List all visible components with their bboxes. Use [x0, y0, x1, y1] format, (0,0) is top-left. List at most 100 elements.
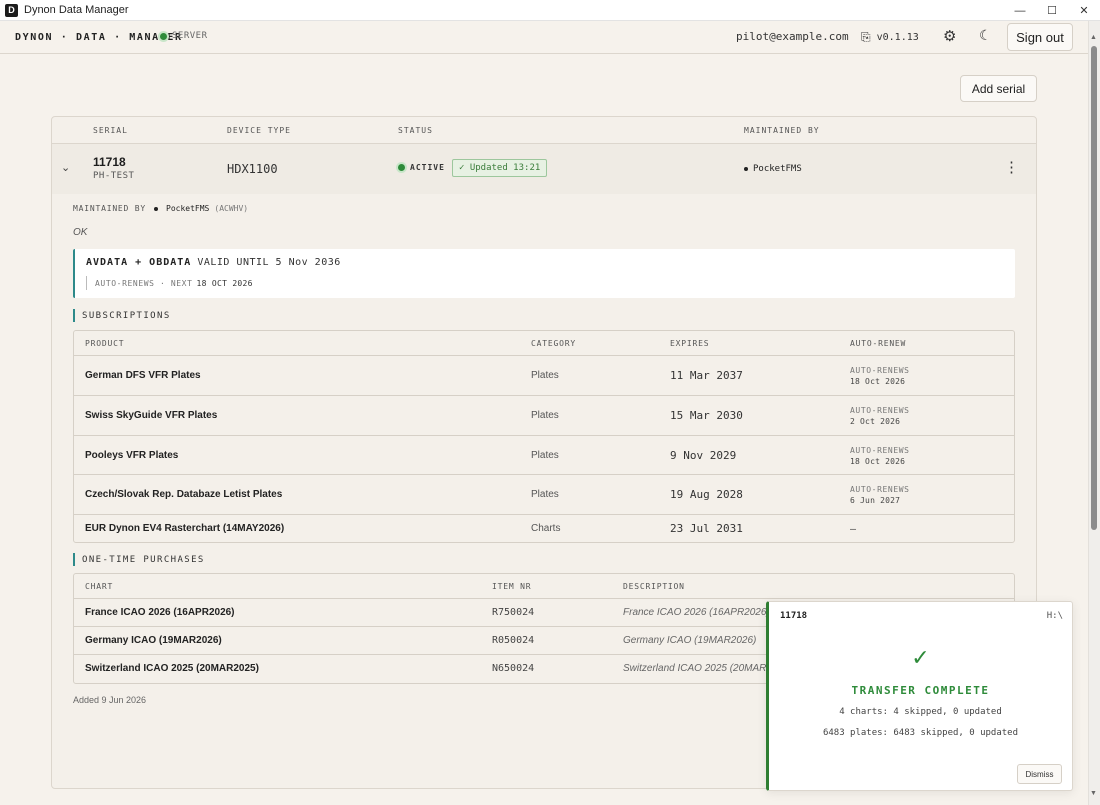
- status-indicator: ACTIVE: [398, 163, 445, 172]
- window-title: Dynon Data Manager: [24, 4, 129, 16]
- user-email: pilot@example.com: [736, 30, 849, 43]
- minimize-button[interactable]: —: [1004, 0, 1036, 21]
- version-button[interactable]: ⎘ v0.1.13: [861, 30, 919, 45]
- col-chart: CHART: [85, 582, 114, 591]
- registration: PH-TEST: [93, 171, 135, 181]
- header-maintained-by: MAINTAINED BY: [744, 126, 820, 135]
- moon-icon[interactable]: ☾: [979, 27, 992, 44]
- auto-renew-label: AUTO-RENEWS: [850, 366, 910, 375]
- auto-renew-date: 2 Oct 2026: [850, 417, 901, 426]
- product-name: Swiss SkyGuide VFR Plates: [85, 410, 218, 421]
- device-type: HDX1100: [227, 162, 278, 176]
- product-expires: 11 Mar 2037: [670, 369, 743, 382]
- purchases-header: CHART ITEM NR DESCRIPTION: [74, 574, 1014, 599]
- item-number: N650024: [492, 663, 535, 674]
- product-name: Pooleys VFR Plates: [85, 450, 179, 461]
- chart-name: Switzerland ICAO 2025 (20MAR2025): [85, 663, 259, 674]
- add-serial-button[interactable]: Add serial: [960, 75, 1037, 102]
- toast-serial: 11718: [780, 611, 808, 621]
- server-label: SERVER: [172, 31, 208, 41]
- plan-renew: AUTO-RENEWS · NEXT 18 OCT 2026: [86, 276, 253, 290]
- col-product: PRODUCT: [85, 339, 125, 348]
- plan-valid: VALID UNTIL 5 Nov 2036: [197, 257, 341, 268]
- product-category: Plates: [531, 370, 559, 381]
- check-icon: ✓: [911, 645, 930, 670]
- product-category: Plates: [531, 489, 559, 500]
- transfer-toast: 11718 H:\ ✓ TRANSFER COMPLETE 4 charts: …: [766, 601, 1073, 791]
- app-header: DYNON · DATA · MANAGER SERVER pilot@exam…: [0, 21, 1088, 54]
- header-serial: SERIAL: [93, 126, 128, 135]
- product-category: Plates: [531, 410, 559, 421]
- toast-title: TRANSFER COMPLETE: [851, 684, 990, 697]
- device-row[interactable]: ⌄ 11718 PH-TEST HDX1100 ACTIVE ✓ Updated…: [52, 144, 1036, 194]
- chart-name: Germany ICAO (19MAR2026): [85, 635, 222, 646]
- serial-number: 11718: [93, 155, 126, 169]
- col-auto-renew: AUTO-RENEW: [850, 339, 907, 348]
- purchases-title: ONE-TIME PURCHASES: [73, 553, 205, 566]
- subscriptions-header: PRODUCT CATEGORY EXPIRES AUTO-RENEW: [74, 331, 1014, 356]
- scroll-icon: ⎘: [861, 30, 871, 44]
- server-status-dot-icon: [160, 32, 167, 40]
- product-name: EUR Dynon EV4 Rasterchart (14MAY2026): [85, 523, 285, 534]
- col-category: CATEGORY: [531, 339, 576, 348]
- device-table-header: SERIAL DEVICE TYPE STATUS MAINTAINED BY: [52, 117, 1036, 144]
- col-description: DESCRIPTION: [623, 582, 685, 591]
- table-row[interactable]: Swiss SkyGuide VFR Plates Plates 15 Mar …: [74, 396, 1014, 436]
- close-window-button[interactable]: ✕: [1068, 0, 1100, 21]
- scroll-down-icon[interactable]: ▼: [1090, 790, 1097, 797]
- table-row[interactable]: Pooleys VFR Plates Plates 9 Nov 2029 AUT…: [74, 436, 1014, 475]
- bullet-icon: [744, 167, 748, 171]
- version-label: v0.1.13: [876, 32, 919, 43]
- auto-renew: —: [850, 524, 857, 535]
- header-device-type: DEVICE TYPE: [227, 126, 291, 135]
- scrollbar-thumb[interactable]: [1091, 46, 1097, 530]
- auto-renew-date: 6 Jun 2027: [850, 496, 901, 505]
- product-category: Plates: [531, 450, 559, 461]
- auto-renew-label: AUTO-RENEWS: [850, 446, 910, 455]
- col-expires: EXPIRES: [670, 339, 710, 348]
- auto-renew-label: AUTO-RENEWS: [850, 406, 910, 415]
- table-row[interactable]: Czech/Slovak Rep. Databaze Letist Plates…: [74, 475, 1014, 515]
- item-number: R050024: [492, 635, 535, 646]
- app-logo-icon: D: [5, 3, 18, 17]
- window-controls: — ☐ ✕: [1004, 0, 1100, 21]
- toast-charts-summary: 4 charts: 4 skipped, 0 updated: [839, 707, 1002, 717]
- dismiss-button[interactable]: Dismiss: [1017, 764, 1062, 784]
- gear-icon[interactable]: ⚙: [943, 27, 956, 45]
- status-message: OK: [73, 227, 88, 238]
- maintained-label: MAINTAINED BY: [73, 204, 147, 213]
- auto-renew-label: —: [850, 524, 857, 535]
- chart-description: France ICAO 2026 (16APR2026): [623, 607, 770, 618]
- updated-badge: ✓ Updated 13:21: [452, 159, 548, 177]
- auto-renew-date: 18 Oct 2026: [850, 377, 906, 386]
- auto-renew: AUTO-RENEWS 18 Oct 2026: [850, 445, 910, 467]
- status-dot-icon: [398, 164, 405, 171]
- table-row[interactable]: German DFS VFR Plates Plates 11 Mar 2037…: [74, 356, 1014, 396]
- subscriptions-title: SUBSCRIPTIONS: [73, 309, 171, 322]
- sign-out-button[interactable]: Sign out: [1007, 23, 1073, 51]
- col-item-nr: ITEM NR: [492, 582, 532, 591]
- plan-box: AVDATA + OBDATA VALID UNTIL 5 Nov 2036 AU…: [73, 249, 1015, 298]
- details-maintained-by: MAINTAINED BY PocketFMS (ACWHV): [73, 204, 248, 213]
- product-name: Czech/Slovak Rep. Databaze Letist Plates: [85, 489, 283, 500]
- maximize-button[interactable]: ☐: [1036, 0, 1068, 21]
- maintained-code: (ACWHV): [214, 204, 249, 213]
- auto-renew: AUTO-RENEWS 2 Oct 2026: [850, 405, 910, 427]
- subscriptions-table: PRODUCT CATEGORY EXPIRES AUTO-RENEW Germ…: [73, 330, 1015, 543]
- window-titlebar: D Dynon Data Manager — ☐ ✕: [0, 0, 1100, 21]
- maintained-by-value: PocketFMS: [753, 164, 802, 174]
- chevron-down-icon[interactable]: ⌄: [61, 161, 70, 174]
- bullet-icon: [154, 206, 159, 211]
- plan-title: AVDATA + OBDATA: [86, 257, 192, 268]
- status-label: ACTIVE: [410, 163, 445, 172]
- scroll-up-icon[interactable]: ▲: [1090, 34, 1097, 41]
- brand-title: DYNON · DATA · MANAGER: [15, 32, 183, 43]
- server-indicator: SERVER: [160, 31, 208, 41]
- more-vertical-icon[interactable]: ⋮: [1004, 158, 1019, 176]
- auto-renew: AUTO-RENEWS 6 Jun 2027: [850, 484, 910, 506]
- plan-renew-date: 18 OCT 2026: [196, 278, 253, 288]
- product-expires: 9 Nov 2029: [670, 449, 737, 462]
- item-number: R750024: [492, 607, 535, 618]
- table-row[interactable]: EUR Dynon EV4 Rasterchart (14MAY2026) Ch…: [74, 515, 1014, 542]
- maintained-value: PocketFMS: [166, 204, 210, 213]
